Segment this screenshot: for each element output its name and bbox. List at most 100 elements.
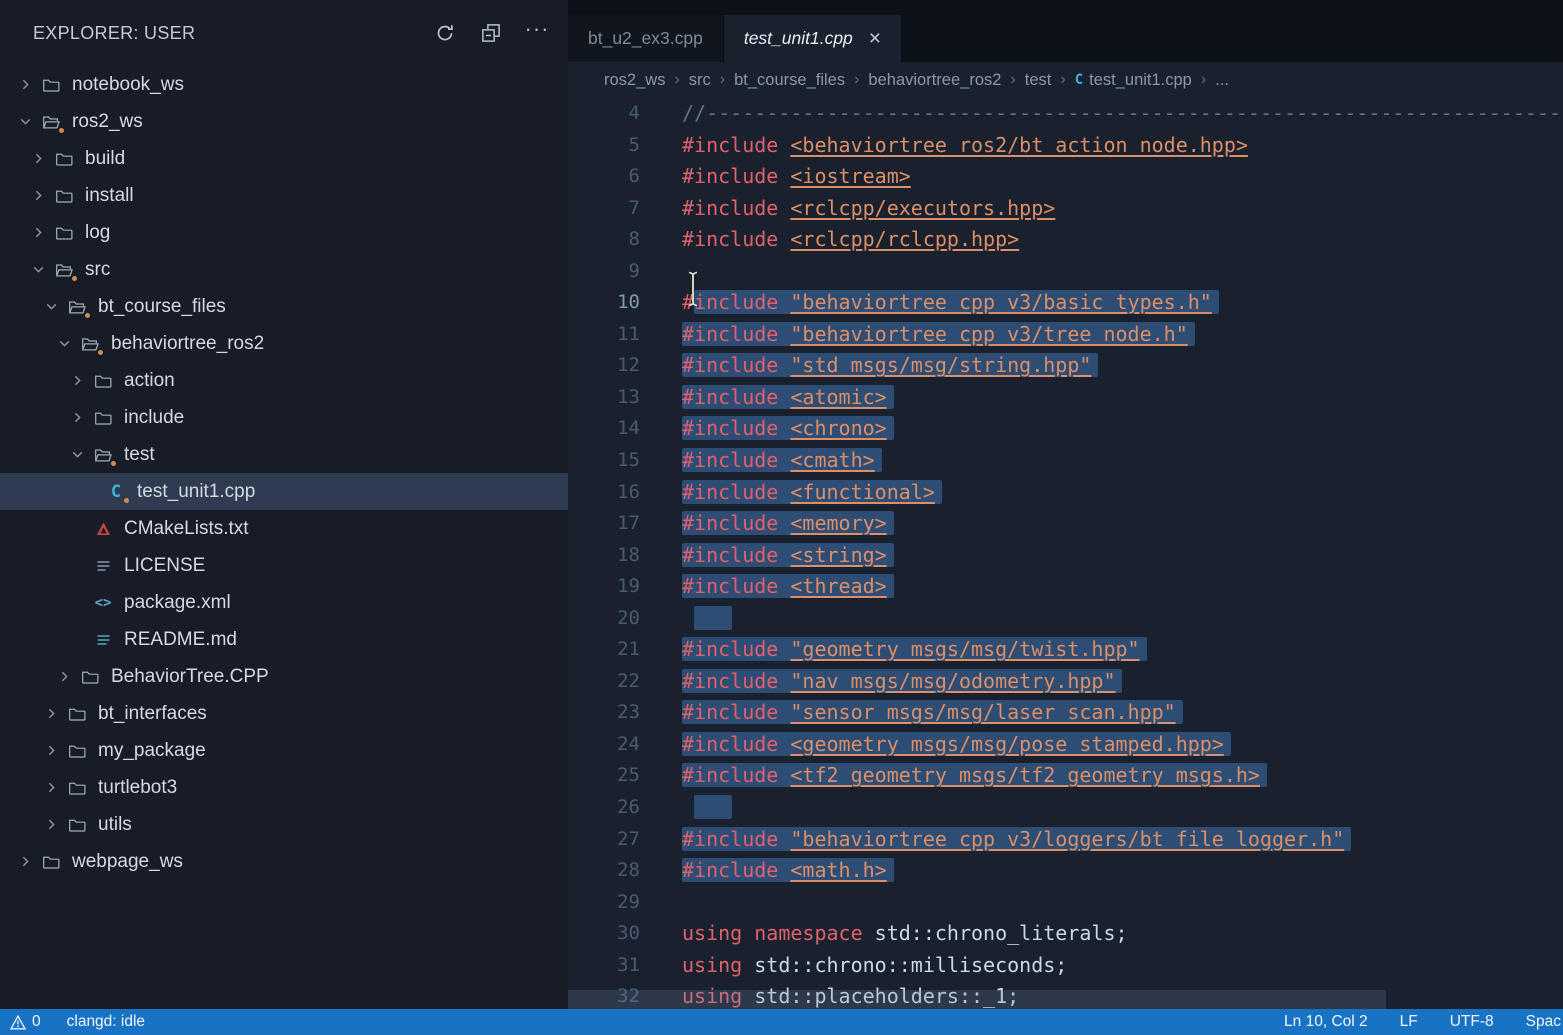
line-number[interactable]: 12 bbox=[568, 350, 640, 382]
tree-item-action[interactable]: action bbox=[0, 362, 568, 399]
line-number[interactable]: 9 bbox=[568, 256, 640, 288]
code-line-5[interactable]: 5#include <behaviortree_ros2/bt_action_n… bbox=[568, 130, 1563, 162]
line-number[interactable]: 17 bbox=[568, 508, 640, 540]
chevron-right-icon[interactable] bbox=[53, 667, 75, 687]
line-number[interactable]: 4 bbox=[568, 98, 640, 130]
chevron-right-icon[interactable] bbox=[66, 408, 88, 428]
code-line-8[interactable]: 8#include <rclcpp/rclcpp.hpp> bbox=[568, 224, 1563, 256]
line-number[interactable]: 15 bbox=[568, 445, 640, 477]
chevron-right-icon[interactable] bbox=[14, 852, 36, 872]
encoding-indicator[interactable]: UTF-8 bbox=[1450, 1013, 1494, 1031]
code-line-15[interactable]: 15#include <cmath> bbox=[568, 445, 1563, 477]
horizontal-scrollbar[interactable] bbox=[568, 990, 1386, 1009]
line-number[interactable]: 14 bbox=[568, 413, 640, 445]
code-line-4[interactable]: 4//-------------------------------------… bbox=[568, 98, 1563, 130]
code-line-6[interactable]: 6#include <iostream> bbox=[568, 161, 1563, 193]
code-line-14[interactable]: 14#include <chrono> bbox=[568, 413, 1563, 445]
close-icon[interactable]: × bbox=[869, 27, 881, 51]
code-editor[interactable]: 4//-------------------------------------… bbox=[568, 98, 1563, 1009]
tree-item-log[interactable]: log bbox=[0, 214, 568, 251]
line-number[interactable]: 25 bbox=[568, 760, 640, 792]
tree-item-turtlebot3[interactable]: turtlebot3 bbox=[0, 769, 568, 806]
tree-item-test_unit1.cpp[interactable]: Ctest_unit1.cpp bbox=[0, 473, 568, 510]
code-line-7[interactable]: 7#include <rclcpp/executors.hpp> bbox=[568, 193, 1563, 225]
tree-item-install[interactable]: install bbox=[0, 177, 568, 214]
line-number[interactable]: 19 bbox=[568, 571, 640, 603]
code-line-23[interactable]: 23#include "sensor_msgs/msg/laser_scan.h… bbox=[568, 697, 1563, 729]
line-number[interactable]: 13 bbox=[568, 382, 640, 414]
line-number[interactable]: 10 bbox=[568, 287, 640, 319]
breadcrumb-item-ros2_ws[interactable]: ros2_ws bbox=[604, 71, 665, 90]
chevron-right-icon[interactable] bbox=[66, 371, 88, 391]
chevron-right-icon[interactable] bbox=[27, 149, 49, 169]
code-line-31[interactable]: 31using std::chrono::milliseconds; bbox=[568, 950, 1563, 982]
chevron-right-icon[interactable] bbox=[40, 704, 62, 724]
tree-item-notebook_ws[interactable]: notebook_ws bbox=[0, 66, 568, 103]
chevron-down-icon[interactable] bbox=[27, 260, 49, 280]
chevron-down-icon[interactable] bbox=[14, 112, 36, 132]
line-number[interactable]: 22 bbox=[568, 666, 640, 698]
problems-indicator[interactable]: 0 bbox=[10, 1013, 41, 1031]
collapse-folders-icon[interactable] bbox=[480, 22, 502, 44]
breadcrumb-item-src[interactable]: src bbox=[689, 71, 711, 90]
tree-item-my_package[interactable]: my_package bbox=[0, 732, 568, 769]
tree-item-behaviortree_ros2[interactable]: behaviortree_ros2 bbox=[0, 325, 568, 362]
line-number[interactable]: 21 bbox=[568, 634, 640, 666]
line-number[interactable]: 8 bbox=[568, 224, 640, 256]
breadcrumb-item-test[interactable]: test bbox=[1025, 71, 1052, 90]
line-number[interactable]: 6 bbox=[568, 161, 640, 193]
chevron-right-icon[interactable] bbox=[27, 223, 49, 243]
cursor-position[interactable]: Ln 10, Col 2 bbox=[1284, 1013, 1368, 1031]
breadcrumb-item-...[interactable]: ... bbox=[1215, 71, 1229, 90]
breadcrumb-item-test_unit1.cpp[interactable]: Ctest_unit1.cpp bbox=[1075, 71, 1192, 90]
refresh-icon[interactable] bbox=[434, 22, 456, 44]
line-number[interactable]: 5 bbox=[568, 130, 640, 162]
tree-item-bt_interfaces[interactable]: bt_interfaces bbox=[0, 695, 568, 732]
chevron-down-icon[interactable] bbox=[53, 334, 75, 354]
chevron-right-icon[interactable] bbox=[40, 778, 62, 798]
line-number[interactable]: 27 bbox=[568, 824, 640, 856]
language-server-status[interactable]: clangd: idle bbox=[67, 1013, 145, 1031]
code-line-25[interactable]: 25#include <tf2_geometry_msgs/tf2_geomet… bbox=[568, 760, 1563, 792]
breadcrumb-item-bt_course_files[interactable]: bt_course_files bbox=[734, 71, 845, 90]
code-line-9[interactable]: 9 bbox=[568, 256, 1563, 288]
code-line-12[interactable]: 12#include "std_msgs/msg/string.hpp" bbox=[568, 350, 1563, 382]
tree-item-package.xml[interactable]: <>package.xml bbox=[0, 584, 568, 621]
line-number[interactable]: 28 bbox=[568, 855, 640, 887]
tree-item-BehaviorTree.CPP[interactable]: BehaviorTree.CPP bbox=[0, 658, 568, 695]
code-line-19[interactable]: 19#include <thread> bbox=[568, 571, 1563, 603]
tree-item-include[interactable]: include bbox=[0, 399, 568, 436]
indentation-indicator[interactable]: Spac bbox=[1526, 1013, 1561, 1031]
code-line-22[interactable]: 22#include "nav_msgs/msg/odometry.hpp" bbox=[568, 666, 1563, 698]
code-line-28[interactable]: 28#include <math.h> bbox=[568, 855, 1563, 887]
line-number[interactable]: 7 bbox=[568, 193, 640, 225]
line-number[interactable]: 11 bbox=[568, 319, 640, 351]
code-line-11[interactable]: 11#include "behaviortree_cpp_v3/tree_nod… bbox=[568, 319, 1563, 351]
tree-item-utils[interactable]: utils bbox=[0, 806, 568, 843]
breadcrumb-item-behaviortree_ros2[interactable]: behaviortree_ros2 bbox=[868, 71, 1001, 90]
tree-item-ros2_ws[interactable]: ros2_ws bbox=[0, 103, 568, 140]
chevron-down-icon[interactable] bbox=[66, 445, 88, 465]
tab-bt_u2_ex3.cpp[interactable]: bt_u2_ex3.cpp bbox=[568, 15, 724, 62]
line-number[interactable]: 24 bbox=[568, 729, 640, 761]
code-line-24[interactable]: 24#include <geometry_msgs/msg/pose_stamp… bbox=[568, 729, 1563, 761]
tree-item-bt_course_files[interactable]: bt_course_files bbox=[0, 288, 568, 325]
code-line-29[interactable]: 29 bbox=[568, 887, 1563, 919]
chevron-right-icon[interactable] bbox=[27, 186, 49, 206]
code-line-21[interactable]: 21#include "geometry_msgs/msg/twist.hpp" bbox=[568, 634, 1563, 666]
tree-item-webpage_ws[interactable]: webpage_ws bbox=[0, 843, 568, 880]
code-line-20[interactable]: 20 bbox=[568, 603, 1563, 635]
code-line-18[interactable]: 18#include <string> bbox=[568, 540, 1563, 572]
line-number[interactable]: 18 bbox=[568, 540, 640, 572]
line-number[interactable]: 23 bbox=[568, 697, 640, 729]
code-line-30[interactable]: 30using namespace std::chrono_literals; bbox=[568, 918, 1563, 950]
code-line-27[interactable]: 27#include "behaviortree_cpp_v3/loggers/… bbox=[568, 824, 1563, 856]
eol-indicator[interactable]: LF bbox=[1400, 1013, 1418, 1031]
more-actions-icon[interactable]: ··· bbox=[526, 22, 548, 44]
tree-item-src[interactable]: src bbox=[0, 251, 568, 288]
line-number[interactable]: 26 bbox=[568, 792, 640, 824]
chevron-right-icon[interactable] bbox=[40, 815, 62, 835]
line-number[interactable]: 20 bbox=[568, 603, 640, 635]
line-number[interactable]: 29 bbox=[568, 887, 640, 919]
tree-item-LICENSE[interactable]: LICENSE bbox=[0, 547, 568, 584]
